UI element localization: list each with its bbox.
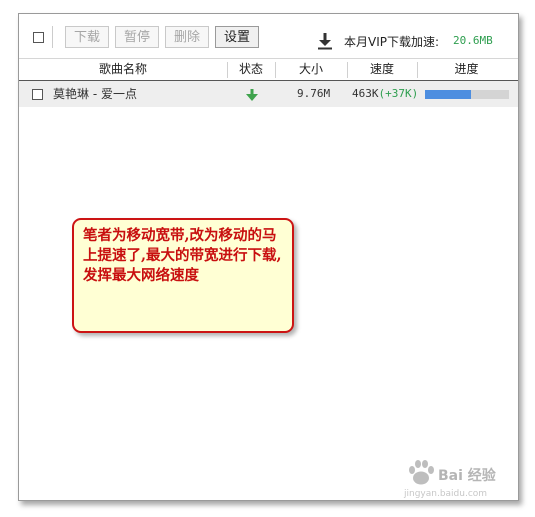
settings-button[interactable]: 设置: [215, 26, 259, 48]
column-header-name[interactable]: 歌曲名称: [19, 59, 227, 80]
annotation-text: 笔者为移动宽带,改为移动的马上提速了,最大的带宽进行下载,发挥最大网络速度: [83, 227, 282, 284]
table-row[interactable]: 莫艳琳 - 爱一点 9.76M 463K(+37K): [19, 81, 518, 107]
down-arrow-icon: [246, 89, 258, 101]
pause-button[interactable]: 暂停: [115, 26, 159, 48]
watermark-text: Bai 经验: [438, 468, 496, 484]
column-header-status[interactable]: 状态: [227, 59, 275, 80]
file-size: 9.76M: [297, 87, 331, 100]
annotation-callout: 笔者为移动宽带,改为移动的马上提速了,最大的带宽进行下载,发挥最大网络速度: [72, 218, 294, 333]
download-speed: 463K(+37K): [352, 81, 418, 107]
vip-speedup-label: 本月VIP下载加速:: [344, 35, 440, 49]
watermark-url: jingyan.baidu.com: [404, 489, 488, 499]
row-checkbox[interactable]: [32, 89, 43, 100]
song-name: 莫艳琳 - 爱一点: [53, 87, 137, 101]
column-header-speed[interactable]: 速度: [347, 59, 417, 80]
baidu-watermark: Bai 经验 jingyan.baidu.com: [404, 456, 514, 504]
column-header-progress[interactable]: 进度: [417, 59, 516, 80]
toolbar-divider: [52, 26, 53, 48]
toolbar: 下载 暂停 删除 设置 本月VIP下载加速: 20.6MB: [19, 14, 518, 58]
table-header: 歌曲名称 状态 大小 速度 进度: [19, 58, 518, 81]
speed-value: 463K: [352, 87, 379, 100]
progress-bar: [425, 90, 509, 99]
select-all-checkbox[interactable]: [33, 32, 44, 43]
column-header-size[interactable]: 大小: [275, 59, 347, 80]
vip-speedup-value: 20.6MB: [453, 34, 493, 47]
speed-boost: (+37K): [378, 87, 419, 100]
delete-button[interactable]: 删除: [165, 26, 209, 48]
paw-logo-icon: [409, 460, 434, 485]
download-button[interactable]: 下载: [65, 26, 109, 48]
download-icon: [318, 33, 332, 50]
progress-fill: [425, 90, 472, 99]
